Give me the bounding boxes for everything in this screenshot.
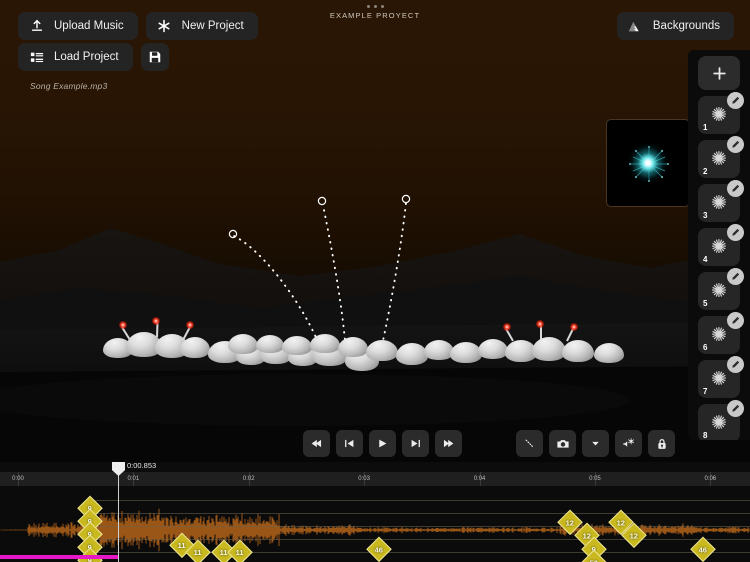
effect-number: 6	[703, 343, 707, 352]
effect-number: 1	[703, 123, 707, 132]
camera-snapshot-button[interactable]	[549, 430, 576, 457]
project-title: EXAMPLE PROYECT	[330, 11, 420, 20]
firework-icon: ✺	[711, 238, 727, 257]
marker-label: 12	[617, 518, 625, 527]
backgrounds-button[interactable]: Backgrounds	[617, 12, 734, 40]
effect-item-3[interactable]: ✺3	[698, 184, 740, 222]
marker-label: 12	[630, 531, 638, 540]
edit-pencil-icon[interactable]	[727, 312, 744, 329]
marker-label: 11	[194, 548, 202, 557]
effect-item-7[interactable]: ✺7	[698, 360, 740, 398]
ruler-label: 0:00	[12, 476, 24, 482]
step-forward-button[interactable]	[402, 430, 429, 457]
step-back-button[interactable]	[336, 430, 363, 457]
fireworks-designer-app: Upload Music New Project Load Project	[0, 0, 750, 562]
firework-icon: ✺	[711, 414, 727, 433]
effect-number: 3	[703, 211, 707, 220]
firework-icon: ✺	[711, 370, 727, 389]
effects-sidebar: ✺1✺2✺3✺4✺5✺6✺7✺8✺9✺10	[688, 50, 750, 440]
skip-to-start-button[interactable]	[303, 430, 330, 457]
trajectory-tool-button[interactable]	[516, 430, 543, 457]
effect-item-8[interactable]: ✺8	[698, 404, 740, 440]
effect-item-2[interactable]: ✺2	[698, 140, 740, 178]
mountain-icon	[628, 19, 643, 34]
marker-label: 11	[236, 548, 244, 557]
upload-music-label: Upload Music	[54, 20, 124, 32]
ruler-label: 0:04	[474, 476, 486, 482]
marker-label: 46	[375, 545, 383, 554]
backgrounds-label: Backgrounds	[653, 20, 720, 32]
toolbar-secondary-row: Load Project	[18, 43, 169, 71]
ruler-label: 0:06	[704, 476, 716, 482]
effect-item-6[interactable]: ✺6	[698, 316, 740, 354]
add-effect-button[interactable]	[698, 56, 740, 90]
toolbar-right: Backgrounds	[617, 12, 734, 40]
edit-pencil-icon[interactable]	[727, 92, 744, 109]
effect-item-4[interactable]: ✺4	[698, 228, 740, 266]
edit-pencil-icon[interactable]	[727, 224, 744, 241]
play-button[interactable]	[369, 430, 396, 457]
edit-pencil-icon[interactable]	[727, 268, 744, 285]
load-project-label: Load Project	[54, 51, 119, 63]
list-icon	[29, 50, 44, 65]
load-project-button[interactable]: Load Project	[18, 43, 133, 71]
floppy-disk-icon	[147, 50, 162, 65]
ruler-label: 0:03	[358, 476, 370, 482]
effect-number: 2	[703, 167, 707, 176]
firework-icon: ✺	[711, 106, 727, 125]
timeline-ruler[interactable]: 0:00 0:01 0:02 0:03 0:04 0:05 0:06	[0, 472, 750, 486]
edit-pencil-icon[interactable]	[727, 180, 744, 197]
edit-pencil-icon[interactable]	[727, 356, 744, 373]
marker-label: 46	[699, 545, 707, 554]
burst-core	[628, 143, 668, 183]
upload-icon	[29, 19, 44, 34]
dropdown-button[interactable]	[582, 430, 609, 457]
current-time-label: 0:00.853	[127, 461, 156, 470]
save-project-button[interactable]	[141, 43, 169, 71]
edit-pencil-icon[interactable]	[727, 400, 744, 417]
firework-icon: ✺	[711, 326, 727, 345]
effect-item-1[interactable]: ✺1	[698, 96, 740, 134]
new-project-label: New Project	[182, 20, 244, 32]
effect-number: 5	[703, 299, 707, 308]
firework-icon: ✺	[711, 194, 727, 213]
marker-label: 12	[566, 518, 574, 527]
timeline[interactable]: 0:000:010:020:030:040:050:06 99999911111…	[0, 462, 750, 562]
edit-pencil-icon[interactable]	[727, 136, 744, 153]
firework-audio-button[interactable]	[615, 430, 642, 457]
marker-label: 12	[583, 531, 591, 540]
effect-preview[interactable]	[606, 119, 690, 207]
playhead[interactable]: 0:00.853	[118, 472, 119, 562]
scene-tools	[516, 430, 675, 457]
effect-number: 4	[703, 255, 707, 264]
ruler-label: 0:05	[589, 476, 601, 482]
menu-dots-icon[interactable]	[367, 5, 384, 8]
firework-icon: ✺	[711, 282, 727, 301]
effect-number: 8	[703, 431, 707, 440]
transport-controls	[303, 430, 462, 457]
lock-button[interactable]	[648, 430, 675, 457]
ruler-label: 0:01	[128, 476, 140, 482]
ruler-label: 0:02	[243, 476, 255, 482]
skip-to-end-button[interactable]	[435, 430, 462, 457]
sparkle-icon	[157, 19, 172, 34]
marker-label: 11	[178, 541, 186, 550]
effect-item-5[interactable]: ✺5	[698, 272, 740, 310]
loaded-song-filename: Song Example.mp3	[30, 81, 107, 91]
progress-bar[interactable]	[0, 555, 118, 559]
firework-icon: ✺	[711, 150, 727, 169]
effect-number: 7	[703, 387, 707, 396]
